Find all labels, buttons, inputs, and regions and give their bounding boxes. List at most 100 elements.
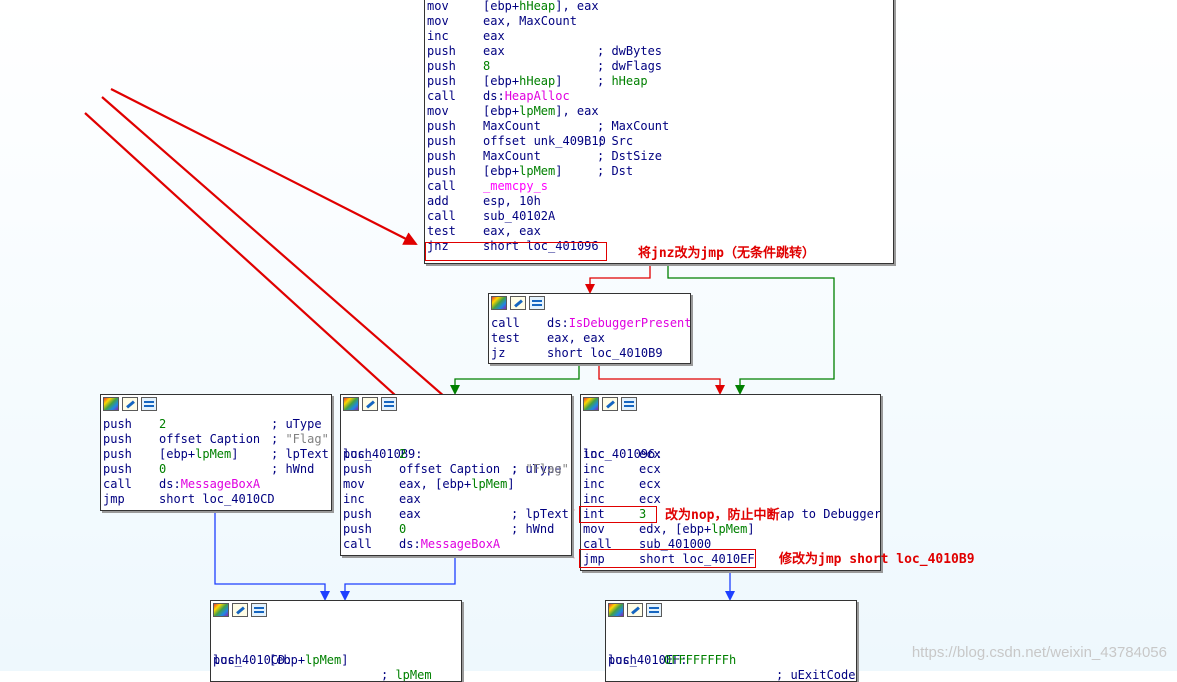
operand[interactable]: 0 [399, 522, 406, 537]
edit-icon[interactable] [510, 296, 526, 310]
code-line[interactable]: push offset Caption ; "Flag" [101, 432, 331, 447]
operand[interactable]: eax [483, 29, 505, 44]
operand[interactable]: 0FFFFFFFFh [664, 653, 736, 668]
graph-icon[interactable] [621, 397, 637, 411]
color-icon[interactable] [608, 603, 624, 617]
block-loc-4010ef[interactable]: loc_4010EF: ; uExitCode push 0FFFFFFFFh [605, 600, 857, 682]
code-line[interactable]: push [ebp+lpMem] [211, 653, 461, 668]
code-line[interactable]: call sub_40102A [425, 209, 893, 224]
code-line[interactable]: add esp, 10h [425, 194, 893, 209]
operand[interactable]: [ebp+hHeap] [483, 74, 562, 89]
color-icon[interactable] [213, 603, 229, 617]
block-heapalloc[interactable]: mov [ebp+hHeap], eax mov eax, MaxCount inc ea… [424, 0, 894, 264]
operand[interactable]: 2 [159, 417, 166, 432]
code-line[interactable]: call ds:IsDebuggerPresent [489, 316, 690, 331]
code-line[interactable]: jz short loc_4010B9 [489, 346, 690, 361]
operand[interactable]: offset Caption [159, 432, 260, 447]
operand[interactable]: [ebp+lpMem], eax [483, 104, 599, 119]
code-line[interactable]: inc eax [341, 492, 571, 507]
code-line[interactable]: push [ebp+lpMem] ; lpText [101, 447, 331, 462]
operand[interactable]: short loc_4010CD [159, 492, 275, 507]
code-line[interactable]: mov [ebp+hHeap], eax [425, 0, 893, 14]
operand[interactable]: ds:HeapAlloc [483, 89, 570, 104]
operand[interactable]: eax, MaxCount [483, 14, 577, 29]
edit-icon[interactable] [627, 603, 643, 617]
block-messagebox-left[interactable]: push 2; uType push offset Caption; "Flag" pu… [100, 394, 332, 511]
operand[interactable]: eax, eax [483, 224, 541, 239]
code-line[interactable]: call ds:MessageBoxA [341, 537, 571, 552]
operand[interactable]: eax [399, 492, 421, 507]
block-isdebuggerpresent[interactable]: call ds:IsDebuggerPresent test eax, eax jz sh… [488, 293, 691, 364]
operand[interactable]: short loc_4010B9 [547, 346, 663, 361]
operand[interactable]: ds:MessageBoxA [399, 537, 500, 552]
code-line[interactable]: inc ecx [581, 447, 880, 462]
code-line[interactable]: mov eax, [ebp+lpMem] [341, 477, 571, 492]
block-loc-401096[interactable]: loc_401096: inc ecx inc ecx inc ecx inc ecx int 3… [580, 394, 881, 571]
code-line[interactable]: call _memcpy_s [425, 179, 893, 194]
operand[interactable]: ecx [639, 477, 661, 492]
operand[interactable]: eax, [ebp+lpMem] [399, 477, 515, 492]
block-loc-4010cd[interactable]: loc_4010CD: ; lpMem push [ebp+lpMem] [210, 600, 462, 682]
operand[interactable]: 8 [483, 59, 490, 74]
operand[interactable]: eax [483, 44, 505, 59]
code-line[interactable]: push 2 [341, 447, 571, 462]
edit-icon[interactable] [232, 603, 248, 617]
code-line[interactable]: mov [ebp+lpMem], eax [425, 104, 893, 119]
edit-icon[interactable] [122, 397, 138, 411]
block-loc-4010b9[interactable]: loc_4010B9: ; uType push 2 push offset Capt… [340, 394, 572, 556]
code-line[interactable]: mov eax, MaxCount [425, 14, 893, 29]
operand[interactable]: ds:IsDebuggerPresent [547, 316, 690, 331]
code-line[interactable]: push eax ; dwBytes [425, 44, 893, 59]
operand[interactable]: 2 [399, 447, 406, 462]
code-line[interactable]: test eax, eax [489, 331, 690, 346]
graph-icon[interactable] [381, 397, 397, 411]
operand[interactable]: MaxCount [483, 149, 541, 164]
code-line[interactable]: push offset Caption ; "Flag" [341, 462, 571, 477]
graph-icon[interactable] [251, 603, 267, 617]
operand[interactable]: offset unk_409B10 [483, 134, 606, 149]
operand[interactable]: sub_40102A [483, 209, 555, 224]
operand[interactable]: ecx [639, 462, 661, 477]
code-line[interactable]: jmp short loc_4010CD [101, 492, 331, 507]
code-line[interactable]: inc ecx [581, 477, 880, 492]
code-line[interactable]: mov edx, [ebp+lpMem] [581, 522, 880, 537]
operand[interactable]: ecx [639, 492, 661, 507]
code-line[interactable]: inc eax [425, 29, 893, 44]
operand[interactable]: [ebp+lpMem] [269, 653, 348, 668]
color-icon[interactable] [343, 397, 359, 411]
operand[interactable]: ds:MessageBoxA [159, 477, 260, 492]
code-line[interactable]: push [ebp+lpMem] ; Dst [425, 164, 893, 179]
operand[interactable]: MaxCount [483, 119, 541, 134]
operand[interactable]: esp, 10h [483, 194, 541, 209]
operand[interactable]: [ebp+hHeap], eax [483, 0, 599, 14]
color-icon[interactable] [491, 296, 507, 310]
color-icon[interactable] [103, 397, 119, 411]
operand[interactable]: [ebp+lpMem] [483, 164, 562, 179]
code-line[interactable]: push 0FFFFFFFFh [606, 653, 856, 668]
code-line[interactable]: push MaxCount ; MaxCount [425, 119, 893, 134]
code-line[interactable]: push MaxCount ; DstSize [425, 149, 893, 164]
code-line[interactable]: call ds:HeapAlloc [425, 89, 893, 104]
operand[interactable]: _memcpy_s [483, 179, 548, 194]
operand[interactable]: offset Caption [399, 462, 500, 477]
edit-icon[interactable] [362, 397, 378, 411]
graph-icon[interactable] [529, 296, 545, 310]
operand[interactable]: eax [399, 507, 421, 522]
color-icon[interactable] [583, 397, 599, 411]
code-line[interactable]: push offset unk_409B10; Src [425, 134, 893, 149]
code-line[interactable]: test eax, eax [425, 224, 893, 239]
operand[interactable]: eax, eax [547, 331, 605, 346]
operand[interactable]: ecx [639, 447, 661, 462]
code-line[interactable]: inc ecx [581, 462, 880, 477]
operand[interactable]: 0 [159, 462, 166, 477]
code-line[interactable]: push eax ; lpText [341, 507, 571, 522]
code-line[interactable]: push [ebp+hHeap] ; hHeap [425, 74, 893, 89]
code-line[interactable]: push 0 ; hWnd [101, 462, 331, 477]
code-line[interactable]: push 2 ; uType [101, 417, 331, 432]
code-line[interactable]: call ds:MessageBoxA [101, 477, 331, 492]
edit-icon[interactable] [602, 397, 618, 411]
graph-icon[interactable] [141, 397, 157, 411]
operand[interactable]: edx, [ebp+lpMem] [639, 522, 755, 537]
graph-icon[interactable] [646, 603, 662, 617]
code-line[interactable]: push 0 ; hWnd [341, 522, 571, 537]
